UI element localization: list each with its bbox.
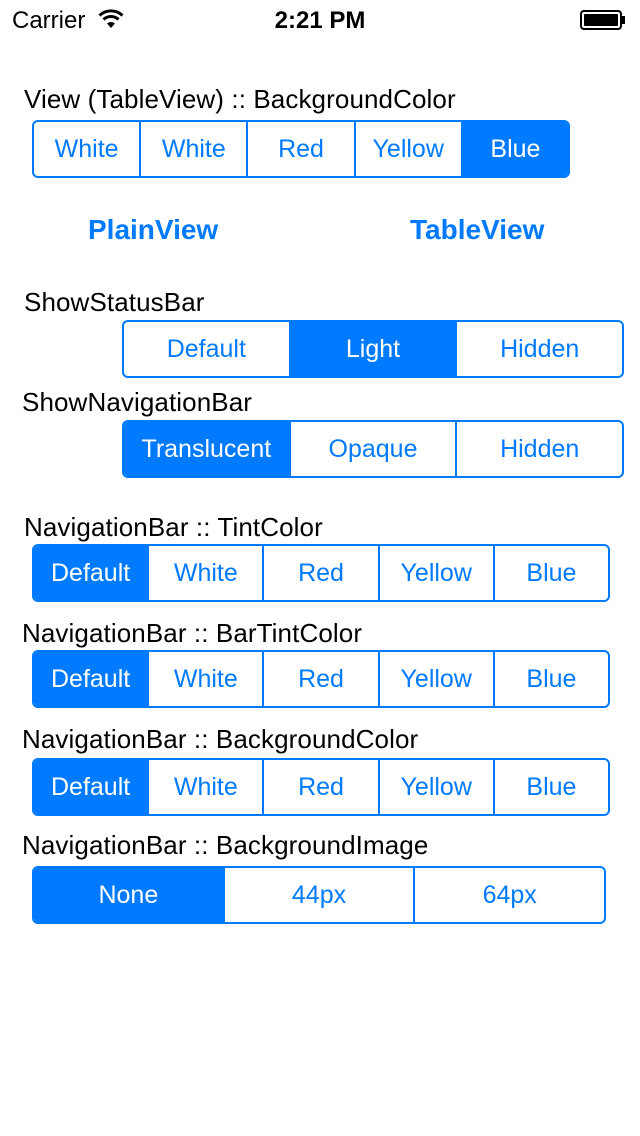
segment-yellow[interactable]: Yellow bbox=[353, 122, 461, 176]
segment-white[interactable]: White bbox=[34, 122, 139, 176]
segment-opaque[interactable]: Opaque bbox=[288, 422, 456, 476]
segment-default[interactable]: Default bbox=[34, 652, 148, 706]
show-navigation-bar-segmented-control: Translucent Opaque Hidden bbox=[122, 420, 624, 478]
segment-hidden[interactable]: Hidden bbox=[455, 322, 622, 376]
segment-white[interactable]: White bbox=[147, 546, 262, 600]
navigation-bar-tint-color-segmented-control: Default White Red Yellow Blue bbox=[32, 544, 610, 602]
segment-default[interactable]: Default bbox=[124, 322, 289, 376]
segment-none[interactable]: None bbox=[34, 868, 223, 922]
navigation-bar-bar-tint-color-segmented-control: Default White Red Yellow Blue bbox=[32, 650, 610, 708]
segment-blue[interactable]: Blue bbox=[460, 122, 568, 176]
segment-blue[interactable]: Blue bbox=[492, 652, 608, 706]
segment-yellow[interactable]: Yellow bbox=[377, 546, 493, 600]
segment-default[interactable]: Default bbox=[34, 760, 148, 814]
segment-red[interactable]: Red bbox=[246, 122, 353, 176]
segment-red[interactable]: Red bbox=[262, 760, 377, 814]
segment-white[interactable]: White bbox=[139, 122, 246, 176]
status-bar: Carrier 2:21 PM bbox=[0, 0, 640, 40]
segment-44px[interactable]: 44px bbox=[222, 868, 414, 922]
segment-hidden[interactable]: Hidden bbox=[455, 422, 622, 476]
segment-default[interactable]: Default bbox=[34, 546, 148, 600]
segment-64px[interactable]: 64px bbox=[413, 868, 604, 922]
show-navigation-bar-label: ShowNavigationBar bbox=[22, 387, 253, 417]
view-background-color-label: View (TableView) :: BackgroundColor bbox=[24, 84, 456, 114]
battery-icon bbox=[580, 10, 625, 30]
navigation-bar-background-image-segmented-control: None 44px 64px bbox=[32, 866, 606, 924]
segment-translucent[interactable]: Translucent bbox=[124, 422, 289, 476]
clock-time: 2:21 PM bbox=[274, 7, 366, 34]
plain-view-button[interactable]: PlainView bbox=[88, 214, 218, 246]
navigation-bar-background-image-label: NavigationBar :: BackgroundImage bbox=[22, 830, 429, 860]
show-status-bar-label: ShowStatusBar bbox=[24, 287, 205, 317]
segment-yellow[interactable]: Yellow bbox=[377, 652, 493, 706]
segment-red[interactable]: Red bbox=[262, 546, 377, 600]
segment-light[interactable]: Light bbox=[288, 322, 456, 376]
segment-red[interactable]: Red bbox=[262, 652, 377, 706]
segment-yellow[interactable]: Yellow bbox=[377, 760, 493, 814]
segment-white[interactable]: White bbox=[147, 652, 262, 706]
navigation-bar-background-color-segmented-control: Default White Red Yellow Blue bbox=[32, 758, 610, 816]
segment-white[interactable]: White bbox=[147, 760, 262, 814]
navigation-bar-background-color-label: NavigationBar :: BackgroundColor bbox=[22, 724, 419, 754]
navigation-bar-tint-color-label: NavigationBar :: TintColor bbox=[24, 512, 323, 542]
view-background-color-segmented-control: White White Red Yellow Blue bbox=[32, 120, 570, 178]
navigation-bar-bar-tint-color-label: NavigationBar :: BarTintColor bbox=[22, 618, 363, 648]
table-view-button[interactable]: TableView bbox=[410, 214, 544, 246]
segment-blue[interactable]: Blue bbox=[492, 546, 608, 600]
segment-blue[interactable]: Blue bbox=[492, 760, 608, 814]
show-status-bar-segmented-control: Default Light Hidden bbox=[122, 320, 624, 378]
